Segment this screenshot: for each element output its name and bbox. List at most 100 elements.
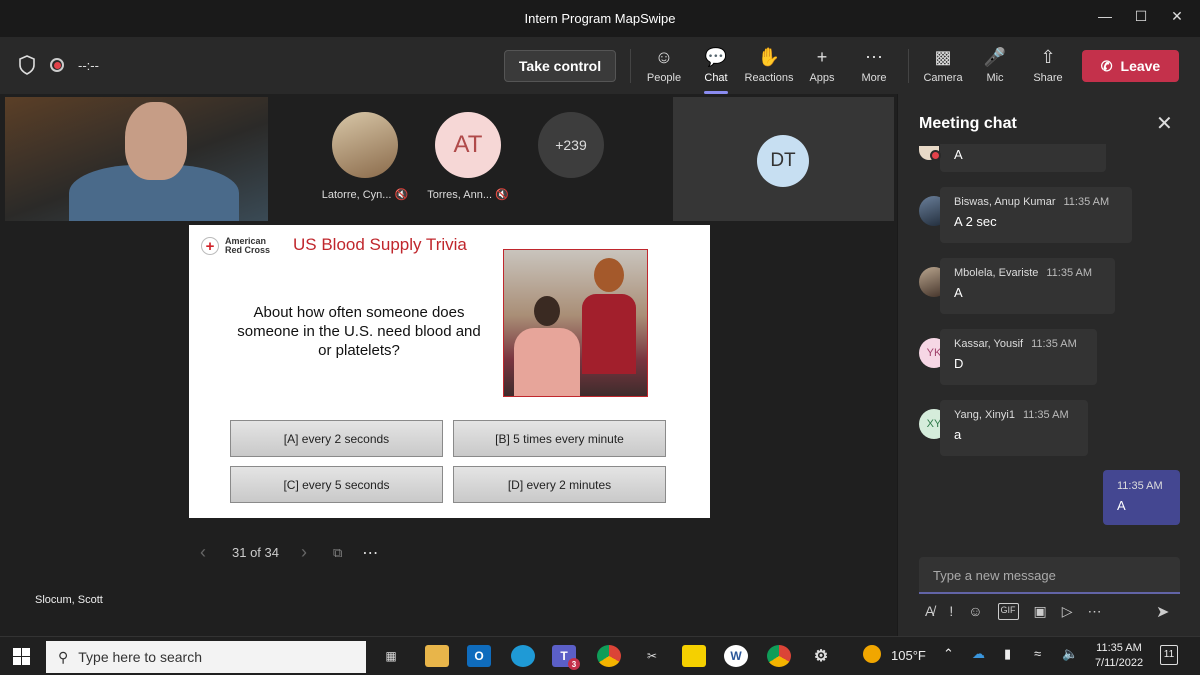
chrome-icon[interactable] xyxy=(597,645,621,667)
emoji-icon[interactable]: ☺ xyxy=(968,603,982,620)
chat-message: Biswas, Anup Kumar 11:35 AM A 2 sec xyxy=(940,187,1132,243)
slide-question: About how often someone does someone in … xyxy=(237,304,481,359)
chat-message: Kassar, Yousif 11:35 AM D xyxy=(940,329,1097,385)
leave-label: Leave xyxy=(1120,58,1161,74)
reactions-button[interactable]: ✋ Reactions xyxy=(744,46,794,84)
mic-muted-icon: 🔇 xyxy=(394,189,409,201)
apps-icon: + xyxy=(816,47,828,67)
red-cross-logo: + American Red Cross xyxy=(201,237,270,255)
important-icon[interactable]: ! xyxy=(949,603,953,620)
compose-message-input[interactable]: Type a new message xyxy=(919,557,1180,594)
title-bar: Intern Program MapSwipe — ☐ ✕ xyxy=(0,0,1200,37)
mic-muted-icon: 🔇 xyxy=(495,189,509,201)
answer-option-d: [D] every 2 minutes xyxy=(453,466,666,503)
format-icon[interactable]: A̸ xyxy=(925,603,934,620)
pager-more-icon[interactable]: ⋯ xyxy=(362,543,378,563)
meeting-status: --:-- xyxy=(18,55,99,75)
meeting-stage: Latorre, Cyn... 🔇 AT Torres, Ann... 🔇 +2… xyxy=(0,94,897,636)
avatar xyxy=(919,146,941,161)
hangup-icon: ✆ xyxy=(1100,57,1113,74)
overflow-count: +239 xyxy=(538,112,604,178)
video-feed[interactable] xyxy=(5,97,268,221)
loop-icon[interactable]: ▷ xyxy=(1062,603,1073,620)
participant-tile[interactable]: AT Torres, Ann... 🔇 xyxy=(420,112,516,201)
more-options-icon[interactable]: ⋯ xyxy=(1088,603,1102,620)
search-icon: ⚲ xyxy=(58,648,69,665)
battery-icon[interactable]: ▮ xyxy=(1004,646,1011,662)
more-button[interactable]: ⋯ More xyxy=(849,46,899,84)
slides-grid-icon[interactable]: ⧉ xyxy=(333,545,342,561)
settings-gear-icon[interactable]: ⚙ xyxy=(809,645,833,667)
gif-icon[interactable]: GIF xyxy=(997,603,1019,620)
windows-start-icon[interactable] xyxy=(13,648,30,665)
take-control-button[interactable]: Take control xyxy=(504,50,616,82)
onedrive-icon[interactable]: ☁ xyxy=(972,646,985,662)
edge-icon[interactable] xyxy=(511,645,535,667)
chat-message: Mbolela, Evariste 11:35 AM A xyxy=(940,258,1115,314)
answer-option-b: [B] 5 times every minute xyxy=(453,420,666,457)
chat-icon: 💬 xyxy=(704,47,728,67)
people-icon: ☺ xyxy=(654,47,674,67)
shield-icon[interactable] xyxy=(18,55,36,75)
chat-button[interactable]: 💬 Chat xyxy=(691,46,741,94)
participant-name: Latorre, Cyn... 🔇 xyxy=(321,189,409,201)
tray-chevron-icon[interactable]: ⌃ xyxy=(943,646,954,662)
more-icon: ⋯ xyxy=(865,47,883,67)
camera-button[interactable]: ▩ Camera xyxy=(918,46,968,84)
notification-center-icon[interactable]: 11 xyxy=(1160,645,1178,665)
avatar xyxy=(332,112,398,178)
more-participants-tile[interactable]: +239 xyxy=(538,112,604,178)
sticky-notes-icon[interactable] xyxy=(682,645,706,667)
next-slide-button[interactable]: › xyxy=(301,542,307,563)
answer-option-c: [C] every 5 seconds xyxy=(230,466,443,503)
share-button[interactable]: ⇧ Share xyxy=(1023,46,1073,84)
mic-button[interactable]: 🎤 Mic xyxy=(970,46,1020,84)
meeting-toolbar: --:-- Take control ☺ People 💬 Chat ✋ Reacti… xyxy=(0,37,1200,94)
blood-donation-photo xyxy=(503,249,648,397)
w-app-icon[interactable]: W xyxy=(724,645,748,667)
taskbar-search[interactable]: ⚲ Type here to search xyxy=(46,641,366,673)
send-icon[interactable]: ➤ xyxy=(1156,602,1169,622)
participant-tile-dt[interactable]: DT xyxy=(673,97,894,221)
avatar: AT xyxy=(435,112,501,178)
weather-temp[interactable]: 105°F xyxy=(891,648,926,663)
file-explorer-icon[interactable] xyxy=(425,645,449,667)
slide-title: US Blood Supply Trivia xyxy=(293,235,467,254)
window-title: Intern Program MapSwipe xyxy=(524,11,676,26)
avatar: DT xyxy=(757,135,809,187)
people-button[interactable]: ☺ People xyxy=(639,46,689,84)
toolbar-divider xyxy=(908,49,909,83)
apps-button[interactable]: + Apps xyxy=(797,46,847,84)
volume-icon[interactable]: 🔈 xyxy=(1062,646,1078,662)
close-window-button[interactable]: ✕ xyxy=(1167,8,1187,25)
meeting-timer: --:-- xyxy=(78,57,99,73)
close-chat-icon[interactable]: ✕ xyxy=(1156,111,1173,136)
participant-name: Torres, Ann... 🔇 xyxy=(427,189,509,201)
compose-toolbar: A̸ ! ☺ GIF ▣ ▷ ⋯ xyxy=(925,603,1102,620)
minimize-button[interactable]: — xyxy=(1095,8,1115,24)
maximize-button[interactable]: ☐ xyxy=(1131,8,1151,25)
weather-icon[interactable] xyxy=(863,645,881,663)
slide-pager: ‹ 31 of 34 › ⧉ ⋯ xyxy=(200,542,378,563)
video-participant-name: Slocum, Scott xyxy=(35,594,103,606)
leave-button[interactable]: ✆ Leave xyxy=(1082,50,1179,82)
chat-message: Yang, Xinyi1 11:35 AM a xyxy=(940,400,1088,456)
my-chat-message: 11:35 AM A xyxy=(1103,470,1180,525)
task-view-icon[interactable]: ▦ xyxy=(379,645,403,667)
meeting-chat-panel: Meeting chat ✕ A Biswas, Anup Kumar 11:35… xyxy=(897,94,1200,636)
taskbar-clock[interactable]: 11:35 AM 7/11/2022 xyxy=(1090,641,1148,671)
wifi-icon[interactable]: ≈ xyxy=(1034,646,1041,661)
previous-slide-button[interactable]: ‹ xyxy=(200,542,206,563)
camera-off-icon: ▩ xyxy=(934,47,952,67)
sticker-icon[interactable]: ▣ xyxy=(1034,603,1047,620)
search-placeholder: Type here to search xyxy=(78,649,203,665)
mic-off-icon: 🎤 xyxy=(983,47,1007,67)
video-person-head xyxy=(125,102,187,180)
answer-option-a: [A] every 2 seconds xyxy=(230,420,443,457)
teams-icon[interactable]: T3 xyxy=(552,645,580,670)
chrome-profile-icon[interactable] xyxy=(767,645,791,667)
outlook-icon[interactable]: O xyxy=(467,645,491,667)
reactions-icon: ✋ xyxy=(757,47,781,67)
participant-tile[interactable]: Latorre, Cyn... 🔇 xyxy=(318,112,412,201)
snipping-tool-icon[interactable]: ✂ xyxy=(640,645,664,667)
